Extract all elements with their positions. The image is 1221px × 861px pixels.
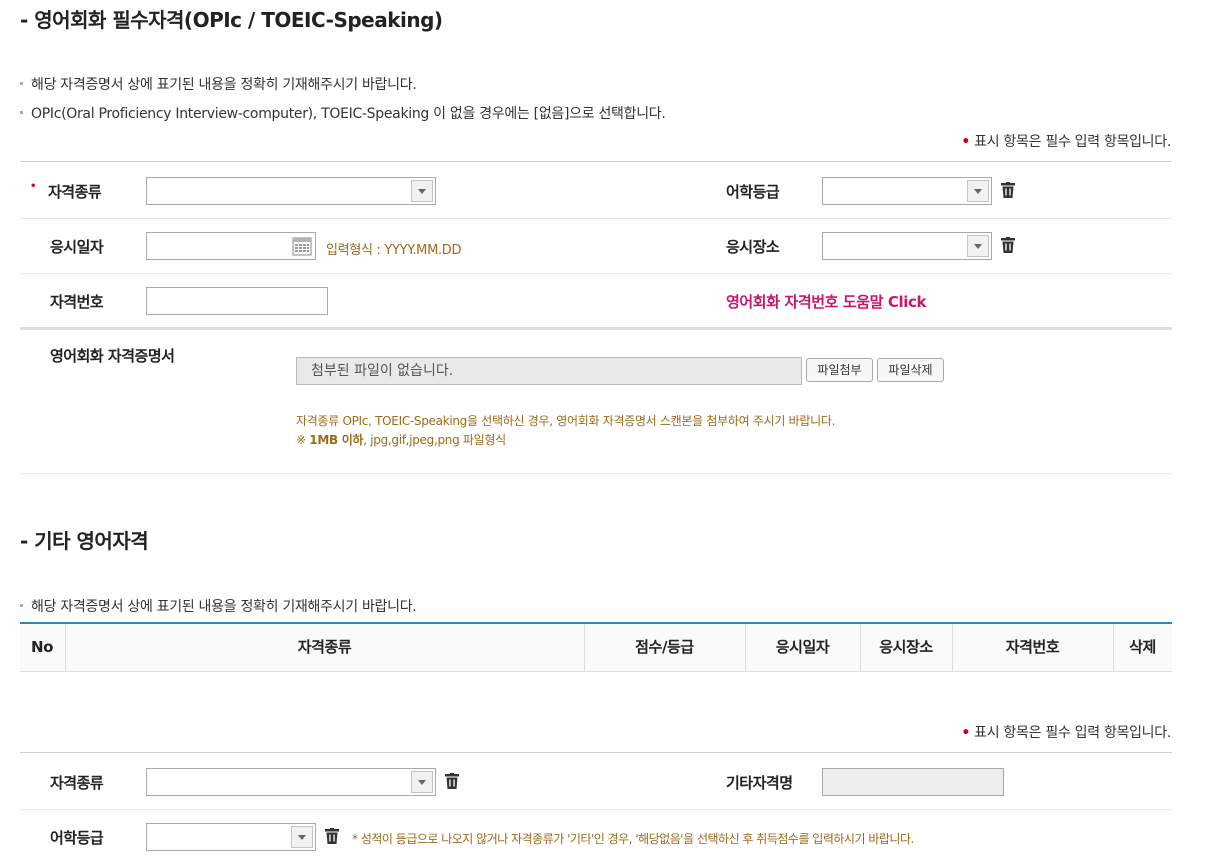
cert-type-select[interactable] bbox=[146, 177, 436, 205]
trash-icon[interactable] bbox=[325, 828, 339, 844]
divider bbox=[20, 473, 1172, 474]
notice-text: 해당 자격증명서 상에 표기된 내용을 정확히 기재해주시기 바랍니다. bbox=[31, 599, 417, 615]
required-dot: • bbox=[30, 181, 37, 192]
attachment-label: 영어회화 자격증명서 bbox=[50, 347, 175, 365]
column-header-score: 점수/등급 bbox=[635, 638, 694, 656]
required-fields-note: • 표시 항목은 필수 입력 항목입니다. bbox=[961, 722, 1171, 742]
cert-type-label: 자격종류 bbox=[50, 774, 104, 792]
attached-file-display: 첨부된 파일이 없습니다. bbox=[296, 357, 802, 385]
notice-text: OPIc(Oral Proficiency Interview-computer… bbox=[31, 106, 666, 122]
date-format-hint: 입력형식 : YYYY.MM.DD bbox=[326, 243, 462, 258]
language-grade-select[interactable] bbox=[822, 177, 992, 205]
column-header-exam-date: 응시일자 bbox=[775, 638, 830, 656]
divider bbox=[20, 273, 1172, 274]
cert-number-help-link[interactable]: 영어회화 자격번호 도움말 Click bbox=[726, 291, 926, 312]
exam-date-input[interactable] bbox=[146, 232, 316, 260]
other-language-grade-select[interactable] bbox=[146, 823, 316, 851]
table-bottom-border bbox=[20, 671, 1172, 672]
column-header-exam-place: 응시장소 bbox=[879, 638, 933, 656]
column-header-no: No bbox=[30, 638, 54, 656]
chevron-down-icon[interactable] bbox=[411, 180, 433, 202]
language-grade-label: 어학등급 bbox=[726, 183, 780, 201]
other-cert-type-select[interactable] bbox=[146, 768, 436, 796]
notice-item: OPIc(Oral Proficiency Interview-computer… bbox=[20, 103, 666, 123]
divider bbox=[20, 218, 1172, 219]
exam-place-label: 응시장소 bbox=[726, 238, 780, 256]
notice-text: 해당 자격증명서 상에 표기된 내용을 정확히 기재해주시기 바랍니다. bbox=[31, 77, 417, 93]
bullet-icon bbox=[20, 603, 23, 607]
cert-type-label: 자격종류 bbox=[48, 183, 102, 201]
grade-hint: * 성적이 등급으로 나오지 않거나 자격종류가 '기타'인 경우, '해당없음… bbox=[352, 832, 914, 846]
calendar-icon[interactable] bbox=[292, 236, 312, 256]
cert-number-input[interactable] bbox=[146, 287, 328, 315]
section-title-other-english: - 기타 영어자격 bbox=[20, 529, 149, 553]
required-note-text: 표시 항목은 필수 입력 항목입니다. bbox=[974, 134, 1171, 150]
divider bbox=[20, 161, 1172, 162]
language-grade-label: 어학등급 bbox=[50, 829, 104, 847]
hint-size-limit: 1MB 이하 bbox=[309, 433, 364, 447]
attachment-size-hint: ※ 1MB 이하, jpg,gif,jpeg,png 파일형식 bbox=[296, 431, 506, 448]
bullet-icon bbox=[20, 110, 23, 114]
hint-prefix: ※ bbox=[296, 433, 310, 447]
required-dot: • bbox=[961, 134, 970, 150]
divider bbox=[20, 327, 1172, 330]
required-dot: • bbox=[961, 725, 970, 741]
other-cert-name-input[interactable] bbox=[822, 768, 1004, 796]
column-header-cert-number: 자격번호 bbox=[1005, 638, 1060, 656]
delete-file-button[interactable]: 파일삭제 bbox=[877, 358, 944, 382]
section-title-english-conversation: - 영어회화 필수자격(OPIc / TOEIC-Speaking) bbox=[20, 8, 443, 32]
attachment-hint: 자격종류 OPIc, TOEIC-Speaking을 선택하신 경우, 영어회화… bbox=[296, 414, 836, 428]
required-note-text: 표시 항목은 필수 입력 항목입니다. bbox=[974, 725, 1171, 741]
exam-place-select[interactable] bbox=[822, 232, 992, 260]
chevron-down-icon[interactable] bbox=[291, 826, 313, 848]
trash-icon[interactable] bbox=[1001, 182, 1015, 198]
trash-icon[interactable] bbox=[445, 773, 459, 789]
hint-file-types: , jpg,gif,jpeg,png 파일형식 bbox=[363, 433, 506, 447]
chevron-down-icon[interactable] bbox=[967, 235, 989, 257]
attach-file-button[interactable]: 파일첨부 bbox=[806, 358, 873, 382]
chevron-down-icon[interactable] bbox=[967, 180, 989, 202]
chevron-down-icon[interactable] bbox=[411, 771, 433, 793]
notice-item: 해당 자격증명서 상에 표기된 내용을 정확히 기재해주시기 바랍니다. bbox=[20, 596, 417, 616]
divider bbox=[20, 809, 1172, 810]
column-header-cert-type: 자격종류 bbox=[297, 638, 352, 656]
other-cert-name-label: 기타자격명 bbox=[726, 774, 793, 792]
cert-number-label: 자격번호 bbox=[50, 293, 104, 311]
bullet-icon bbox=[20, 81, 23, 85]
required-fields-note: • 표시 항목은 필수 입력 항목입니다. bbox=[961, 131, 1171, 151]
notice-item: 해당 자격증명서 상에 표기된 내용을 정확히 기재해주시기 바랍니다. bbox=[20, 74, 417, 94]
exam-date-label: 응시일자 bbox=[50, 238, 104, 256]
trash-icon[interactable] bbox=[1001, 237, 1015, 253]
column-header-delete: 삭제 bbox=[1129, 638, 1156, 656]
divider bbox=[20, 752, 1172, 753]
